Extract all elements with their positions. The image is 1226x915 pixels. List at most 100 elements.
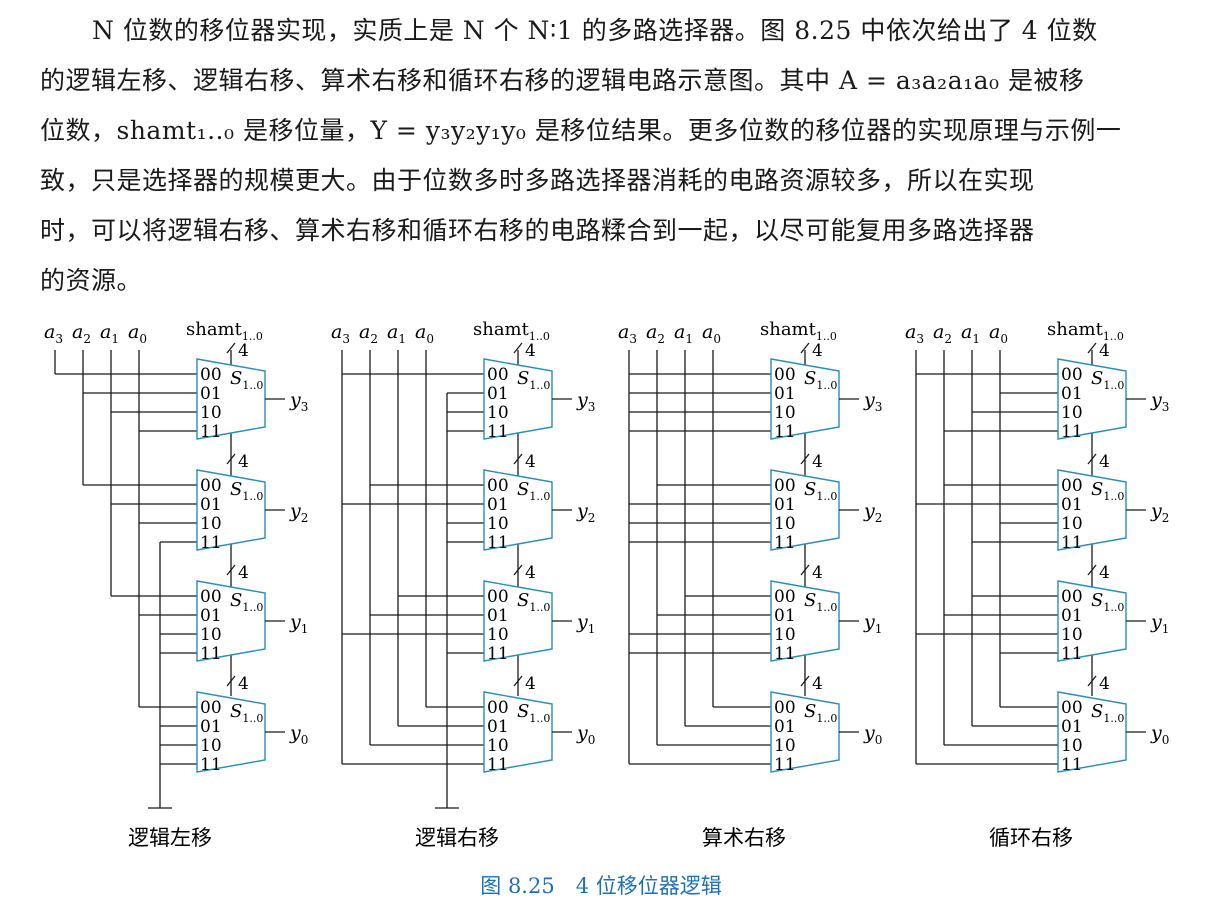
- mux-pin-label: 01: [200, 384, 222, 404]
- mux: 400011011S1..0y0: [770, 674, 882, 775]
- mux-pin-label: 01: [487, 495, 509, 515]
- output-label: y2: [863, 500, 882, 525]
- mux-pin-label: 10: [774, 403, 796, 423]
- mux: 400011011S1..0y0: [196, 674, 308, 775]
- output-label: y0: [1150, 722, 1169, 747]
- mux: 400011011S1..0y1: [1057, 563, 1169, 664]
- mux-pin-label: 01: [1061, 384, 1083, 404]
- mux-pin-label: 11: [774, 422, 796, 442]
- input-label: a1: [100, 321, 119, 346]
- input-label: a2: [933, 321, 952, 346]
- mux-pin-label: 01: [200, 717, 222, 737]
- input-label: a0: [415, 321, 434, 346]
- input-label: a3: [331, 321, 350, 346]
- input-label: a1: [387, 321, 406, 346]
- mux: 400011011S1..0y1: [196, 563, 308, 664]
- mux-pin-label: 11: [774, 644, 796, 664]
- mux: 400011011S1..0y0: [483, 674, 595, 775]
- output-label: y3: [576, 389, 595, 414]
- output-label: y3: [1150, 389, 1169, 414]
- mux-pin-label: 01: [774, 606, 796, 626]
- bus-width: 4: [812, 341, 823, 361]
- output-label: y1: [289, 611, 308, 636]
- mux-pin-label: 11: [200, 644, 222, 664]
- mux: 400011011S1..0y3: [770, 341, 882, 442]
- input-label: a3: [905, 321, 924, 346]
- mux-pin-label: 00: [1061, 476, 1083, 496]
- mux-pin-label: 10: [200, 736, 222, 756]
- mux-pin-label: 01: [774, 384, 796, 404]
- mux-pin-label: 10: [1061, 403, 1083, 423]
- mux-pin-label: 01: [1061, 495, 1083, 515]
- bus-width: 4: [1099, 563, 1110, 583]
- mux-pin-label: 01: [774, 495, 796, 515]
- mux-pin-label: 00: [774, 698, 796, 718]
- mux-pin-label: 10: [487, 736, 509, 756]
- mux-pin-label: 10: [487, 625, 509, 645]
- mux-pin-label: 11: [1061, 533, 1083, 553]
- mux: 400011011S1..0y2: [483, 452, 595, 553]
- output-label: y3: [289, 389, 308, 414]
- mux-pin-label: 11: [200, 533, 222, 553]
- bus-width: 4: [525, 341, 536, 361]
- mux: 400011011S1..0y2: [770, 452, 882, 553]
- circuit-caption: 循环右移: [989, 826, 1073, 850]
- mux-pin-label: 01: [1061, 606, 1083, 626]
- mux-pin-label: 00: [200, 476, 222, 496]
- mux-pin-label: 00: [200, 698, 222, 718]
- mux-pin-label: 00: [487, 587, 509, 607]
- mux-pin-label: 11: [487, 644, 509, 664]
- mux-pin-label: 00: [200, 587, 222, 607]
- mux-pin-label: 00: [774, 365, 796, 385]
- output-label: y2: [576, 500, 595, 525]
- circuit-caption: 逻辑左移: [128, 826, 212, 850]
- mux-pin-label: 00: [774, 476, 796, 496]
- bus-width: 4: [1099, 674, 1110, 694]
- mux: 400011011S1..0y3: [483, 341, 595, 442]
- mux-pin-label: 01: [200, 606, 222, 626]
- circuit-3: a3 a2 a1 a0 shamt1..0400011011S1..0y34000110…: [905, 319, 1169, 850]
- mux-pin-label: 11: [1061, 422, 1083, 442]
- bus-width: 4: [238, 452, 249, 472]
- circuit-2: a3 a2 a1 a0 shamt1..0400011011S1..0y34000110…: [618, 319, 882, 850]
- circuit-0: a3 a2 a1 a0 shamt1..0400011011S1..0y34000110…: [44, 319, 308, 850]
- bus-width: 4: [1099, 452, 1110, 472]
- mux-pin-label: 10: [774, 514, 796, 534]
- mux: 400011011S1..0y3: [196, 341, 308, 442]
- input-label: a1: [961, 321, 980, 346]
- mux: 400011011S1..0y0: [1057, 674, 1169, 775]
- mux-pin-label: 11: [487, 422, 509, 442]
- circuit-1: a3 a2 a1 a0 shamt1..0400011011S1..0y34000110…: [331, 319, 595, 850]
- bus-width: 4: [525, 674, 536, 694]
- mux-pin-label: 11: [200, 755, 222, 775]
- mux-pin-label: 10: [200, 514, 222, 534]
- mux-pin-label: 10: [487, 514, 509, 534]
- mux-pin-label: 00: [1061, 365, 1083, 385]
- mux-pin-label: 11: [200, 422, 222, 442]
- mux-pin-label: 10: [1061, 625, 1083, 645]
- shamt-label: shamt1..0: [473, 319, 550, 343]
- input-label: a3: [618, 321, 637, 346]
- bus-width: 4: [238, 563, 249, 583]
- mux-pin-label: 00: [487, 365, 509, 385]
- mux-pin-label: 10: [774, 736, 796, 756]
- output-label: y1: [1150, 611, 1169, 636]
- mux-pin-label: 11: [487, 755, 509, 775]
- shamt-label: shamt1..0: [760, 319, 837, 343]
- bus-width: 4: [525, 563, 536, 583]
- bus-width: 4: [238, 674, 249, 694]
- mux: 400011011S1..0y1: [483, 563, 595, 664]
- input-label: a2: [359, 321, 378, 346]
- mux-pin-label: 01: [487, 717, 509, 737]
- mux-pin-label: 00: [1061, 587, 1083, 607]
- mux-pin-label: 10: [774, 625, 796, 645]
- mux-pin-label: 01: [774, 717, 796, 737]
- mux-pin-label: 10: [200, 403, 222, 423]
- input-label: a0: [989, 321, 1008, 346]
- output-label: y0: [863, 722, 882, 747]
- mux-pin-label: 11: [774, 533, 796, 553]
- input-label: a1: [674, 321, 693, 346]
- circuit-caption: 算术右移: [702, 826, 786, 850]
- bus-width: 4: [1099, 341, 1110, 361]
- mux-pin-label: 00: [200, 365, 222, 385]
